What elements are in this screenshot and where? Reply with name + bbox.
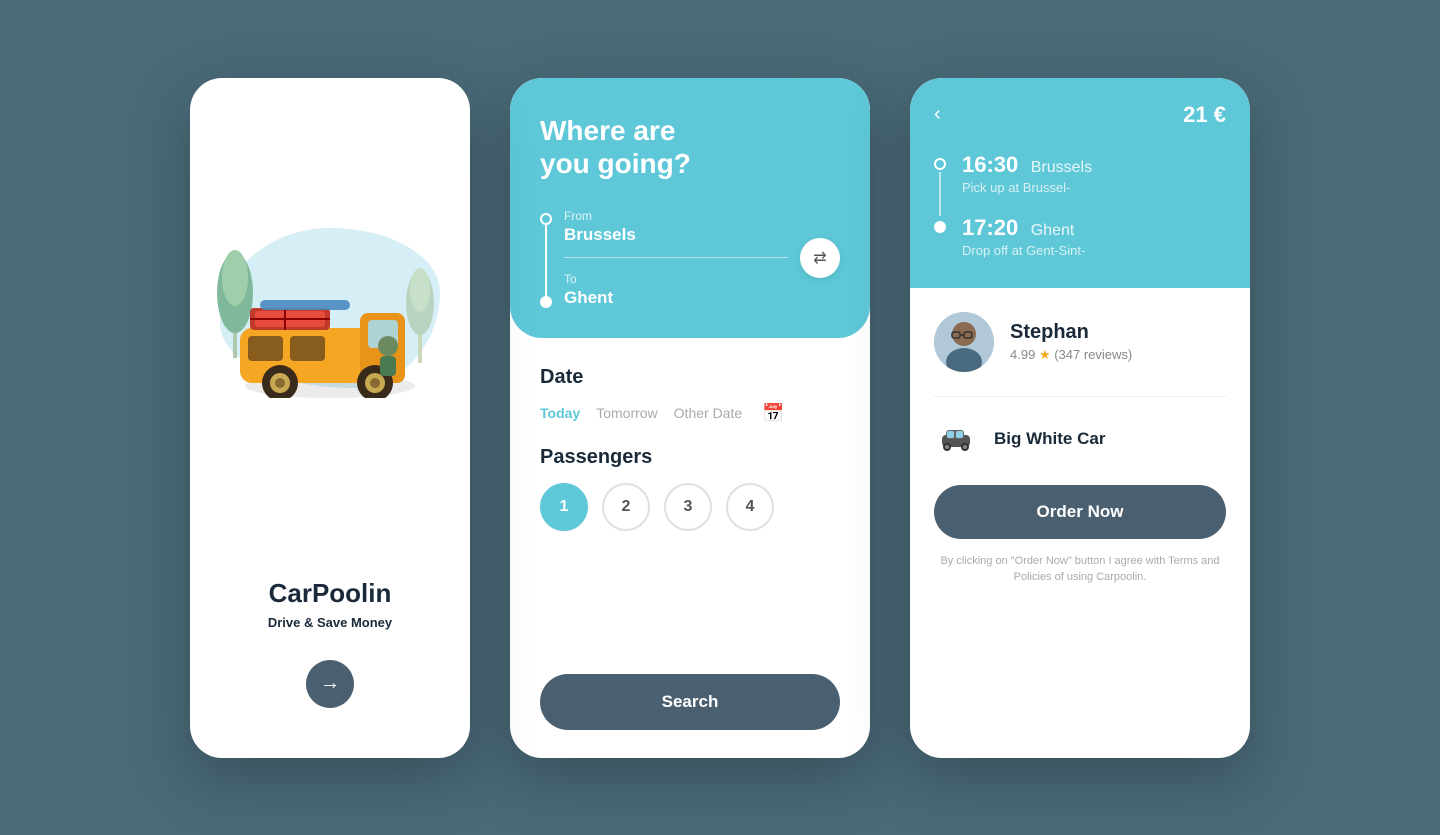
to-value[interactable]: Ghent: [564, 288, 788, 308]
route-timeline: 16:30 Brussels Pick up at Brussel- 17:20…: [934, 152, 1226, 258]
from-value[interactable]: Brussels: [564, 225, 788, 258]
divider: [934, 396, 1226, 397]
avatar-image: [934, 312, 994, 372]
trip-detail-card: ‹ 21 € 16:30 Brussels Pick up at Brussel…: [910, 78, 1250, 758]
date-section: Date Today Tomorrow Other Date 📅: [540, 366, 840, 424]
passengers-section: Passengers 1 2 3 4: [540, 446, 840, 531]
destination-dot: [540, 296, 552, 308]
arrival-dot: [934, 221, 946, 233]
departure-dot: [934, 158, 946, 170]
trip-header: ‹ 21 € 16:30 Brussels Pick up at Brussel…: [910, 78, 1250, 288]
illustration-area: [190, 138, 470, 418]
passenger-2-button[interactable]: 2: [602, 483, 650, 531]
search-card: Where are you going? From Brussels To Gh…: [510, 78, 870, 758]
car-row: Big White Car: [934, 417, 1226, 461]
driver-row: Stephan 4.99 ★ (347 reviews): [934, 312, 1226, 372]
arrival-row: 17:20 Ghent Drop off at Gent-Sint-: [934, 215, 1226, 258]
trip-nav: ‹ 21 €: [934, 102, 1226, 128]
calendar-icon[interactable]: 📅: [762, 403, 784, 424]
price-display: 21 €: [1183, 102, 1226, 128]
to-label: To: [564, 272, 788, 286]
route-line: [545, 225, 547, 296]
timeline-connector: [939, 172, 941, 216]
van-illustration: [230, 278, 430, 398]
origin-dot: [540, 213, 552, 225]
welcome-text: CarPoolin Drive & Save Money: [268, 578, 392, 630]
arrow-right-icon: →: [320, 672, 340, 695]
route-fields: From Brussels To Ghent: [564, 209, 788, 308]
search-header: Where are you going? From Brussels To Gh…: [510, 78, 870, 338]
car-icon: [938, 427, 974, 451]
departure-sub: Pick up at Brussel-: [962, 180, 1226, 195]
review-count: (347 reviews): [1054, 347, 1132, 362]
back-button[interactable]: ‹: [934, 103, 941, 126]
date-section-title: Date: [540, 366, 840, 389]
rating-value: 4.99: [1010, 347, 1035, 362]
search-heading: Where are you going?: [540, 114, 840, 181]
departure-row: 16:30 Brussels Pick up at Brussel-: [934, 152, 1226, 195]
get-started-button[interactable]: →: [306, 660, 354, 708]
van-scene: [200, 138, 460, 418]
driver-rating-row: 4.99 ★ (347 reviews): [1010, 347, 1132, 363]
arrival-city: Ghent: [1031, 222, 1075, 239]
arrival-sub: Drop off at Gent-Sint-: [962, 243, 1226, 258]
arrival-time: 17:20: [962, 215, 1018, 240]
passenger-3-button[interactable]: 3: [664, 483, 712, 531]
date-tomorrow[interactable]: Tomorrow: [596, 405, 657, 421]
departure-city: Brussels: [1031, 159, 1092, 176]
departure-info: 16:30 Brussels Pick up at Brussel-: [962, 152, 1226, 195]
driver-avatar: [934, 312, 994, 372]
search-bottom: Date Today Tomorrow Other Date 📅 Passeng…: [510, 338, 870, 758]
app-subtitle: Drive & Save Money: [268, 615, 392, 630]
terms-text: By clicking on "Order Now" button I agre…: [934, 553, 1226, 586]
passengers-section-title: Passengers: [540, 446, 840, 469]
route-container: From Brussels To Ghent ⇄: [540, 209, 840, 308]
date-today[interactable]: Today: [540, 405, 580, 421]
from-label: From: [564, 209, 788, 223]
route-dots: [540, 209, 552, 308]
swap-button[interactable]: ⇄: [800, 238, 840, 278]
driver-name: Stephan: [1010, 321, 1132, 344]
passengers-row: 1 2 3 4: [540, 483, 840, 531]
app-title: CarPoolin: [268, 578, 392, 609]
swap-icon: ⇄: [813, 248, 826, 268]
departure-time: 16:30: [962, 152, 1018, 177]
car-icon-wrap: [934, 417, 978, 461]
trip-detail-bottom: Stephan 4.99 ★ (347 reviews): [910, 288, 1250, 758]
car-name: Big White Car: [994, 429, 1105, 449]
driver-info: Stephan 4.99 ★ (347 reviews): [1010, 321, 1132, 363]
order-now-button[interactable]: Order Now: [934, 485, 1226, 539]
search-button[interactable]: Search: [540, 674, 840, 730]
passenger-4-button[interactable]: 4: [726, 483, 774, 531]
date-other[interactable]: Other Date: [674, 405, 742, 421]
star-icon: ★: [1039, 347, 1051, 362]
welcome-card: CarPoolin Drive & Save Money →: [190, 78, 470, 758]
passenger-1-button[interactable]: 1: [540, 483, 588, 531]
arrival-info: 17:20 Ghent Drop off at Gent-Sint-: [962, 215, 1226, 258]
date-options: Today Tomorrow Other Date 📅: [540, 403, 840, 424]
